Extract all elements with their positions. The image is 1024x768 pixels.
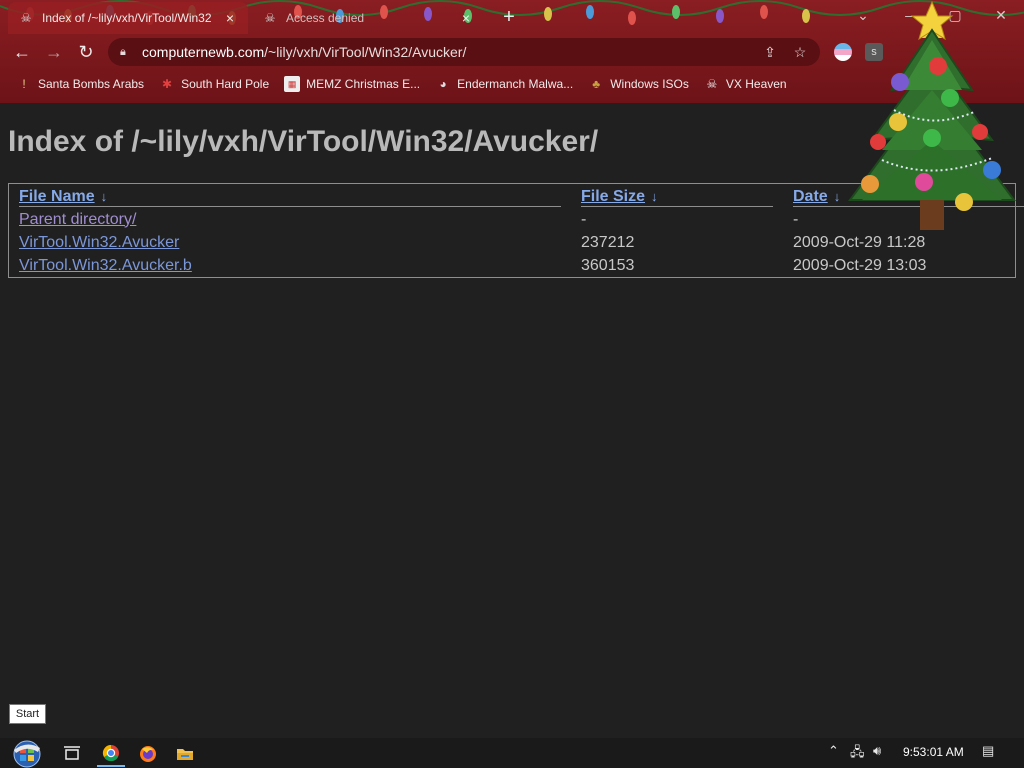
bookmark-endermanch-malware[interactable]: ◕ Endermanch Malwa... — [435, 76, 574, 92]
bookmark-santa-bombs-arabs[interactable]: ǃ Santa Bombs Arabs — [16, 76, 144, 92]
column-file-name: File Name ↓ — [9, 184, 571, 208]
column-file-size: File Size ↓ — [571, 184, 783, 208]
firefox-icon[interactable] — [134, 741, 162, 767]
page-icon: ▦ — [284, 76, 301, 92]
sort-date-link[interactable]: Date — [793, 188, 828, 205]
taskbar-clock[interactable]: 9:53:01 AM — [903, 745, 964, 759]
address-bar[interactable]: 🔒︎ computernewb.com/~lily/vxh/VirTool/Wi… — [108, 38, 820, 66]
chrome-icon[interactable] — [97, 741, 125, 767]
show-hidden-icons-icon[interactable]: ⌃ — [828, 743, 839, 759]
address-url[interactable]: computernewb.com/~lily/vxh/VirTool/Win32… — [142, 44, 466, 60]
sort-file-size-link[interactable]: File Size — [581, 188, 645, 205]
close-tab-icon[interactable]: × — [222, 10, 238, 26]
file-link[interactable]: VirTool.Win32.Avucker.b — [19, 257, 192, 274]
page-title: Index of /~lily/vxh/VirTool/Win32/Avucke… — [8, 125, 599, 158]
forward-icon[interactable]: → — [42, 40, 66, 64]
candle-icon: ǃ — [22, 77, 26, 91]
file-link[interactable]: VirTool.Win32.Avucker — [19, 234, 179, 251]
taskbar: ⌃ 🖧︎ 🔊︎ 9:53:01 AM ▤ — [0, 738, 1024, 768]
new-tab-icon[interactable]: + — [498, 6, 520, 28]
parent-directory-link[interactable]: Parent directory/ — [19, 211, 136, 228]
volume-icon[interactable]: 🔊︎ — [873, 743, 881, 759]
bookmark-vx-heaven[interactable]: ☠ VX Heaven — [704, 76, 787, 92]
network-icon[interactable]: 🖧︎ — [850, 743, 865, 765]
bookmark-windows-isos[interactable]: ♣ Windows ISOs — [588, 76, 689, 92]
task-view-icon[interactable] — [58, 741, 86, 767]
sort-arrow-icon[interactable]: ↓ — [101, 189, 108, 204]
bookmark-south-hard-pole[interactable]: ✱ South Hard Pole — [159, 76, 269, 92]
buddha-icon: ♣ — [592, 77, 601, 91]
file-explorer-icon[interactable] — [171, 741, 199, 767]
file-size-cell: - — [581, 210, 587, 228]
skull-icon: ☠ — [706, 77, 718, 91]
tab-title: Access denied — [286, 11, 365, 25]
tab-index[interactable]: ☠ Index of /~lily/vxh/VirTool/Win32 × — [8, 2, 248, 34]
snowflake-icon: ✱ — [162, 77, 173, 91]
sort-arrow-icon[interactable]: ↓ — [651, 189, 658, 204]
share-icon[interactable]: ⇪ — [760, 42, 780, 62]
lock-icon[interactable]: 🔒︎ — [120, 46, 134, 59]
file-date-cell: 2009-Oct-29 13:03 — [793, 256, 927, 274]
notifications-icon[interactable]: ▤ — [982, 743, 994, 759]
file-name-cell: Parent directory/ — [9, 208, 571, 231]
reload-icon[interactable]: ↻ — [74, 40, 98, 64]
file-name-cell: VirTool.Win32.Avucker.b — [9, 254, 571, 277]
christmas-tree-decoration[interactable] — [842, 0, 1022, 240]
file-size-cell: 360153 — [581, 256, 635, 274]
skull-favicon-icon: ☠ — [264, 11, 276, 25]
start-orb-icon[interactable] — [10, 740, 44, 768]
raccoon-icon: ◕ — [439, 77, 447, 91]
file-size-cell: 237212 — [581, 233, 635, 251]
bookmark-star-icon[interactable]: ☆ — [790, 42, 810, 62]
tab-access-denied[interactable]: ☠ Access denied × — [252, 2, 484, 34]
sort-file-name-link[interactable]: File Name — [19, 188, 95, 205]
skull-favicon-icon: ☠ — [20, 11, 32, 25]
bookmark-memz-christmas[interactable]: ▦ MEMZ Christmas E... — [284, 76, 420, 92]
back-icon[interactable]: ← — [10, 40, 34, 64]
sort-arrow-icon[interactable]: ↓ — [834, 189, 841, 204]
table-row: VirTool.Win32.Avucker.b 360153 2009-Oct-… — [9, 254, 1024, 277]
close-tab-icon[interactable]: × — [458, 10, 474, 26]
tab-title: Index of /~lily/vxh/VirTool/Win32 — [42, 11, 212, 25]
file-name-cell: VirTool.Win32.Avucker — [9, 231, 571, 254]
start-tooltip: Start — [9, 704, 46, 724]
